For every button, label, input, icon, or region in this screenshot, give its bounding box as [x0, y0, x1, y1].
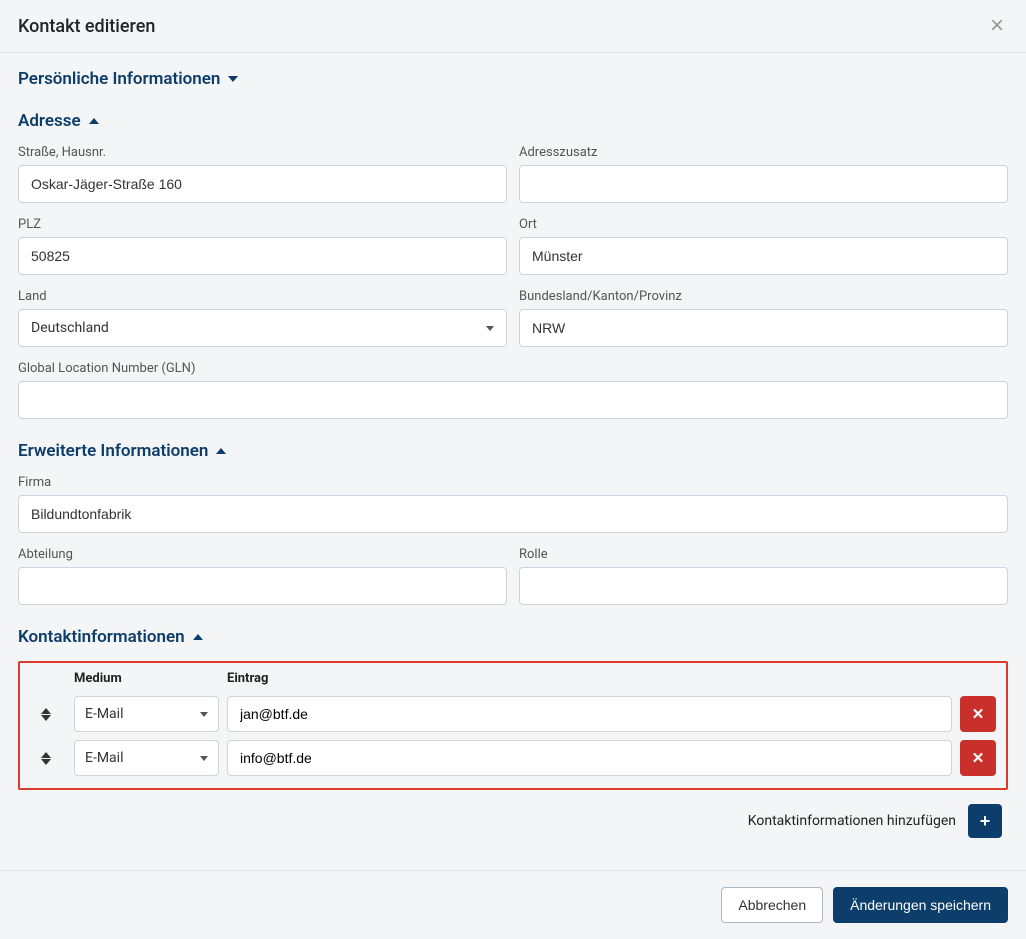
zip-input[interactable] — [18, 237, 507, 275]
company-input[interactable] — [18, 495, 1008, 533]
delete-row-button[interactable] — [960, 696, 996, 732]
section-address: Adresse Straße, Hausnr. Adresszusatz PLZ — [18, 111, 1008, 419]
add-contact-row: Kontaktinformationen hinzufügen + — [18, 800, 1008, 838]
section-toggle-contact[interactable]: Kontaktinformationen — [18, 627, 1008, 647]
modal-title: Kontakt editieren — [18, 16, 155, 37]
street-input[interactable] — [18, 165, 507, 203]
modal-body: Persönliche Informationen Adresse Straße… — [0, 53, 1026, 870]
state-label: Bundesland/Kanton/Provinz — [519, 289, 1008, 304]
section-extended: Erweiterte Informationen Firma Abteilung… — [18, 441, 1008, 605]
city-label: Ort — [519, 217, 1008, 232]
drag-handle-icon[interactable] — [26, 708, 66, 721]
section-title-extended: Erweiterte Informationen — [18, 441, 208, 461]
role-label: Rolle — [519, 547, 1008, 562]
department-input[interactable] — [18, 567, 507, 605]
close-button[interactable]: × — [986, 14, 1008, 38]
department-label: Abteilung — [18, 547, 507, 562]
country-select[interactable]: Deutschland — [18, 309, 507, 347]
city-input[interactable] — [519, 237, 1008, 275]
drag-handle-icon[interactable] — [26, 752, 66, 765]
contact-table-header: Medium Eintrag — [26, 667, 1000, 692]
section-toggle-extended[interactable]: Erweiterte Informationen — [18, 441, 1008, 461]
edit-contact-modal: Kontakt editieren × Persönliche Informat… — [0, 0, 1026, 939]
close-icon — [972, 749, 985, 767]
modal-footer: Abbrechen Änderungen speichern — [0, 870, 1026, 939]
cancel-button[interactable]: Abbrechen — [721, 887, 823, 923]
chevron-down-icon — [228, 76, 238, 82]
street-label: Straße, Hausnr. — [18, 145, 507, 160]
medium-select[interactable]: E-Mail — [74, 696, 219, 732]
column-entry: Eintrag — [227, 671, 952, 686]
chevron-down-icon — [200, 756, 208, 761]
modal-header: Kontakt editieren × — [0, 0, 1026, 53]
column-medium: Medium — [74, 671, 219, 686]
section-toggle-address[interactable]: Adresse — [18, 111, 1008, 131]
section-contact: Kontaktinformationen Medium Eintrag E-Ma… — [18, 627, 1008, 838]
contact-row: E-Mail — [26, 736, 1000, 780]
medium-select[interactable]: E-Mail — [74, 740, 219, 776]
medium-value: E-Mail — [85, 706, 123, 722]
chevron-down-icon — [486, 326, 494, 331]
section-toggle-personal[interactable]: Persönliche Informationen — [18, 69, 1008, 89]
add-contact-label: Kontaktinformationen hinzufügen — [748, 813, 956, 829]
section-personal: Persönliche Informationen — [18, 69, 1008, 89]
plus-icon: + — [980, 811, 991, 832]
close-icon — [972, 705, 985, 723]
section-title-address: Adresse — [18, 111, 81, 131]
contact-row: E-Mail — [26, 692, 1000, 736]
chevron-up-icon — [193, 634, 203, 640]
zip-label: PLZ — [18, 217, 507, 232]
address-addon-input[interactable] — [519, 165, 1008, 203]
delete-row-button[interactable] — [960, 740, 996, 776]
gln-input[interactable] — [18, 381, 1008, 419]
country-label: Land — [18, 289, 507, 304]
save-button[interactable]: Änderungen speichern — [833, 887, 1008, 923]
close-icon: × — [990, 12, 1004, 39]
company-label: Firma — [18, 475, 1008, 490]
chevron-up-icon — [216, 448, 226, 454]
country-selected-value: Deutschland — [31, 320, 109, 336]
section-title-personal: Persönliche Informationen — [18, 69, 220, 89]
add-contact-button[interactable]: + — [968, 804, 1002, 838]
chevron-up-icon — [89, 118, 99, 124]
address-addon-label: Adresszusatz — [519, 145, 1008, 160]
gln-label: Global Location Number (GLN) — [18, 361, 1008, 376]
entry-input[interactable] — [227, 696, 952, 732]
state-input[interactable] — [519, 309, 1008, 347]
section-title-contact: Kontaktinformationen — [18, 627, 185, 647]
medium-value: E-Mail — [85, 750, 123, 766]
entry-input[interactable] — [227, 740, 952, 776]
chevron-down-icon — [200, 712, 208, 717]
contact-table: Medium Eintrag E-Mail — [18, 661, 1008, 790]
role-input[interactable] — [519, 567, 1008, 605]
